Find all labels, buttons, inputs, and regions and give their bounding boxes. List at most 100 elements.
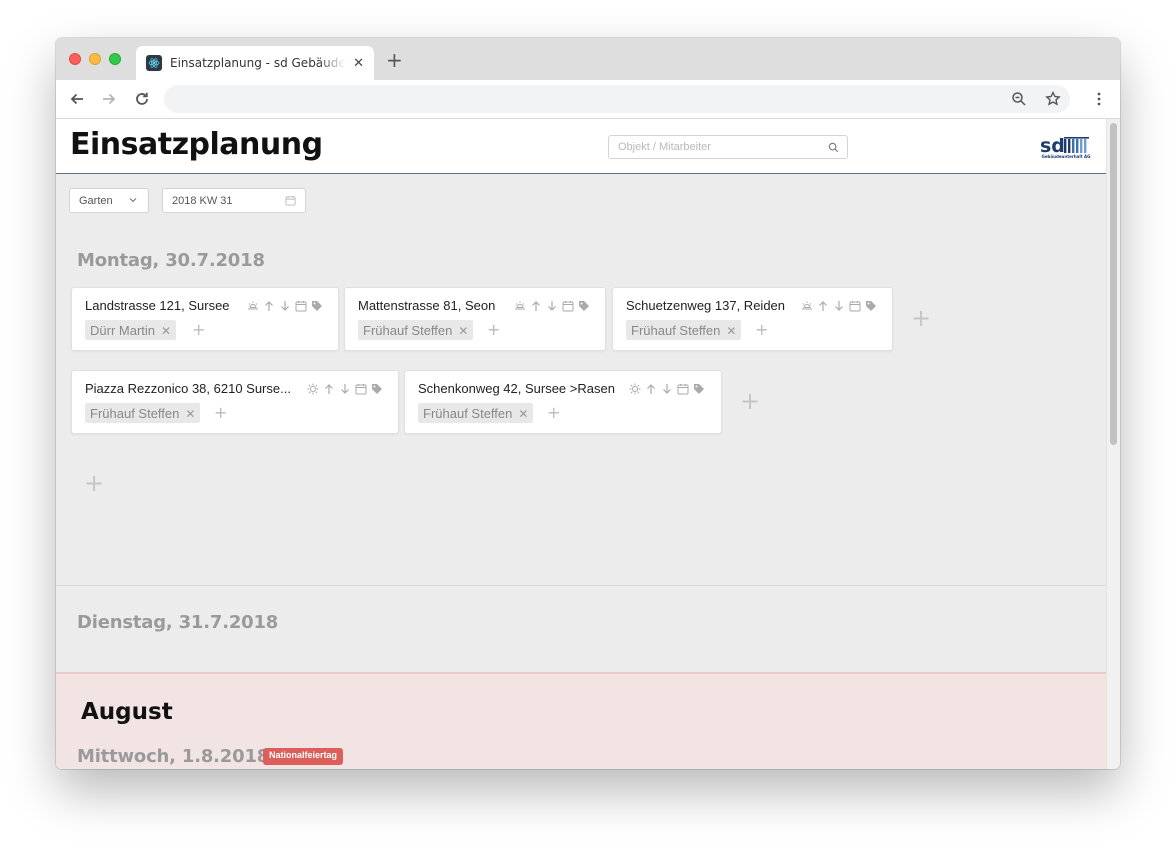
sun-icon bbox=[307, 383, 319, 394]
employee-name: Frühauf Steffen bbox=[363, 323, 453, 338]
arrow-up-icon[interactable] bbox=[530, 300, 542, 312]
employee-chip[interactable]: Dürr Martin ✕ bbox=[85, 320, 177, 340]
page-title: Einsatzplanung bbox=[70, 127, 323, 162]
holiday-badge: Nationalfeiertag bbox=[263, 748, 344, 765]
day-title-wednesday: Mittwoch, 1.8.2018 bbox=[77, 746, 270, 767]
browser-window: Einsatzplanung - sd Gebäudeunterhalt AG … bbox=[56, 38, 1120, 769]
day-title-tuesday: Dienstag, 31.7.2018 bbox=[77, 612, 279, 633]
assignment-card[interactable]: Piazza Rezzonico 38, 6210 Surse... Früha… bbox=[71, 370, 399, 434]
calendar-icon[interactable] bbox=[355, 383, 367, 395]
month-title: August bbox=[81, 699, 173, 725]
employee-chip[interactable]: Frühauf Steffen ✕ bbox=[418, 403, 534, 423]
add-assignment-button[interactable]: + bbox=[911, 304, 931, 332]
app-header: Einsatzplanung sd bbox=[56, 119, 1106, 174]
remove-employee-icon[interactable]: ✕ bbox=[458, 324, 468, 338]
tab-close-icon[interactable]: ✕ bbox=[353, 56, 364, 71]
add-employee-button[interactable]: + bbox=[755, 320, 768, 339]
remove-employee-icon[interactable]: ✕ bbox=[726, 324, 736, 338]
arrow-up-icon[interactable] bbox=[817, 300, 829, 312]
calendar-icon[interactable] bbox=[295, 300, 307, 312]
minimize-window-button[interactable] bbox=[89, 53, 101, 65]
arrow-down-icon[interactable] bbox=[339, 383, 351, 395]
reload-icon[interactable] bbox=[133, 90, 151, 108]
tag-icon[interactable] bbox=[693, 383, 705, 395]
back-arrow-icon[interactable] bbox=[68, 90, 86, 108]
employee-name: Frühauf Steffen bbox=[423, 406, 513, 421]
assignment-card[interactable]: Mattenstrasse 81, Seon Frühauf Steffen ✕ … bbox=[344, 287, 606, 351]
arrow-down-icon[interactable] bbox=[279, 300, 291, 312]
add-employee-button[interactable]: + bbox=[547, 403, 560, 422]
employee-chip[interactable]: Frühauf Steffen ✕ bbox=[358, 320, 474, 340]
scrollbar-thumb[interactable] bbox=[1110, 123, 1117, 445]
tag-icon[interactable] bbox=[371, 383, 383, 395]
week-picker-value: 2018 KW 31 bbox=[172, 195, 233, 207]
arrow-up-icon[interactable] bbox=[645, 383, 657, 395]
maximize-window-button[interactable] bbox=[109, 53, 121, 65]
zoom-out-icon[interactable] bbox=[1010, 90, 1028, 108]
cloud-sun-icon bbox=[802, 301, 812, 309]
add-employee-button[interactable]: + bbox=[214, 403, 227, 422]
group-select-value: Garten bbox=[79, 195, 113, 207]
search-input[interactable] bbox=[618, 141, 818, 153]
browser-tab[interactable]: Einsatzplanung - sd Gebäudeunterhalt AG … bbox=[136, 46, 374, 80]
remove-employee-icon[interactable]: ✕ bbox=[518, 407, 528, 421]
tag-icon[interactable] bbox=[311, 300, 323, 312]
arrow-up-icon[interactable] bbox=[263, 300, 275, 312]
tag-icon[interactable] bbox=[865, 300, 877, 312]
month-section-august: August Mittwoch, 1.8.2018 Nationalfeiert… bbox=[56, 672, 1106, 769]
calendar-icon[interactable] bbox=[562, 300, 574, 312]
page-scrollbar[interactable] bbox=[1106, 119, 1120, 769]
tab-title: Einsatzplanung - sd Gebäudeunterhalt AG bbox=[170, 56, 346, 70]
employee-name: Frühauf Steffen bbox=[90, 406, 180, 421]
cloud-sun-icon bbox=[248, 301, 258, 309]
calendar-icon[interactable] bbox=[677, 383, 689, 395]
new-tab-button[interactable]: + bbox=[386, 50, 403, 70]
address-bar[interactable] bbox=[164, 85, 1070, 113]
browser-menu-icon[interactable] bbox=[1090, 90, 1108, 108]
assignment-card[interactable]: Schenkonweg 42, Sursee >Rasen Frühauf St… bbox=[404, 370, 722, 434]
assignment-address: Piazza Rezzonico 38, 6210 Surse... bbox=[85, 381, 291, 396]
svg-text:sd: sd bbox=[1040, 135, 1065, 155]
calendar-icon bbox=[285, 195, 296, 206]
add-employee-button[interactable]: + bbox=[487, 320, 500, 339]
employee-chip[interactable]: Frühauf Steffen ✕ bbox=[626, 320, 742, 340]
cloud-sun-icon bbox=[515, 301, 525, 309]
assignment-address: Schenkonweg 42, Sursee >Rasen bbox=[418, 381, 615, 396]
arrow-down-icon[interactable] bbox=[833, 300, 845, 312]
forward-arrow-icon[interactable] bbox=[100, 90, 118, 108]
employee-name: Dürr Martin bbox=[90, 323, 156, 338]
close-window-button[interactable] bbox=[69, 53, 81, 65]
search-icon[interactable] bbox=[828, 142, 839, 153]
chevron-down-icon bbox=[129, 198, 137, 203]
day-divider bbox=[56, 585, 1106, 586]
arrow-down-icon[interactable] bbox=[661, 383, 673, 395]
react-favicon-icon bbox=[146, 55, 162, 71]
calendar-icon[interactable] bbox=[849, 300, 861, 312]
employee-chip[interactable]: Frühauf Steffen ✕ bbox=[85, 403, 201, 423]
add-lane-button[interactable]: + bbox=[84, 469, 104, 497]
day-title-monday: Montag, 30.7.2018 bbox=[77, 250, 265, 271]
add-assignment-button[interactable]: + bbox=[740, 387, 760, 415]
bookmark-star-icon[interactable] bbox=[1044, 90, 1062, 108]
browser-toolbar bbox=[56, 80, 1120, 119]
search-field[interactable] bbox=[608, 135, 848, 159]
arrow-down-icon[interactable] bbox=[546, 300, 558, 312]
assignment-address: Mattenstrasse 81, Seon bbox=[358, 298, 496, 313]
remove-employee-icon[interactable]: ✕ bbox=[185, 407, 195, 421]
assignment-card[interactable]: Landstrasse 121, Sursee Dürr Martin ✕ + bbox=[71, 287, 339, 351]
logo-icon: sd bbox=[1040, 135, 1089, 157]
page-content: Einsatzplanung sd bbox=[56, 119, 1106, 769]
company-logo: sd Gebäudeunterhalt AG bbox=[1040, 135, 1092, 161]
employee-name: Frühauf Steffen bbox=[631, 323, 721, 338]
tag-icon[interactable] bbox=[578, 300, 590, 312]
remove-employee-icon[interactable]: ✕ bbox=[161, 324, 171, 338]
assignment-address: Landstrasse 121, Sursee bbox=[85, 298, 230, 313]
assignment-card[interactable]: Schuetzenweg 137, Reiden Frühauf Steffen… bbox=[612, 287, 893, 351]
add-employee-button[interactable]: + bbox=[192, 320, 205, 339]
browser-titlebar: Einsatzplanung - sd Gebäudeunterhalt AG … bbox=[56, 38, 1120, 80]
week-picker[interactable]: 2018 KW 31 bbox=[162, 188, 306, 213]
assignment-address: Schuetzenweg 137, Reiden bbox=[626, 298, 786, 313]
group-select[interactable]: Garten bbox=[69, 188, 149, 213]
arrow-up-icon[interactable] bbox=[323, 383, 335, 395]
sun-icon bbox=[629, 383, 641, 394]
